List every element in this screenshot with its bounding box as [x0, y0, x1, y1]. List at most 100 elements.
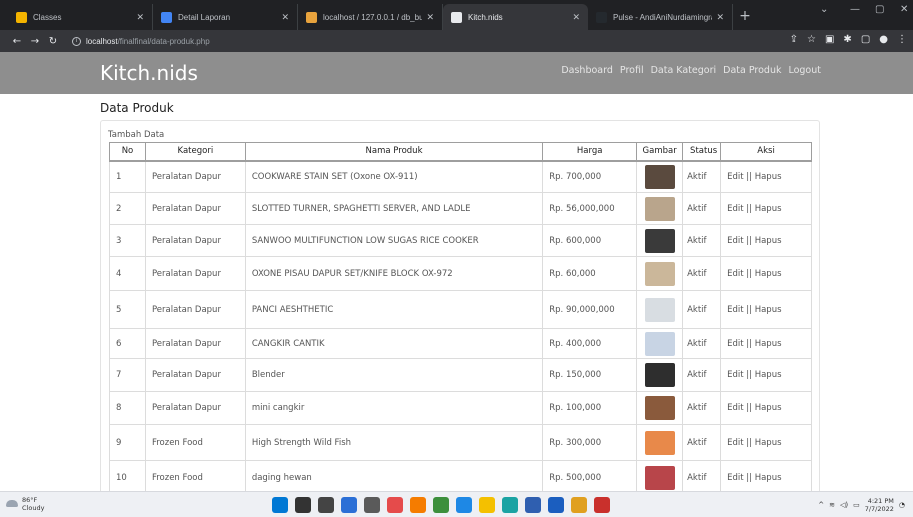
hapus-link[interactable]: Hapus	[755, 473, 782, 483]
taskbar-app-icon[interactable]	[456, 497, 472, 513]
cell-aksi: Edit || Hapus	[720, 391, 812, 425]
taskbar-app-icon[interactable]	[571, 497, 587, 513]
edit-link[interactable]: Edit	[727, 236, 743, 246]
brand-logo[interactable]: Kitch.nids	[100, 61, 198, 85]
reload-icon[interactable]: ↻	[44, 36, 62, 47]
taskbar-app-icon[interactable]	[410, 497, 426, 513]
edit-link[interactable]: Edit	[727, 403, 743, 413]
table-row: 10 Frozen Food daging hewan Rp. 500,000 Akti…	[109, 460, 812, 491]
taskbar-app-icon[interactable]	[341, 497, 357, 513]
cell-status: Aktif	[682, 328, 722, 359]
cell-gambar	[636, 358, 684, 392]
new-tab-button[interactable]: +	[733, 4, 757, 30]
browser-tab[interactable]: Kitch.nids ✕	[443, 4, 588, 30]
browser-tab[interactable]: Pulse - AndiAniNurdiamingrat/Ke ✕	[588, 4, 733, 30]
taskbar-app-icon[interactable]	[594, 497, 610, 513]
taskbar-app-icon[interactable]	[295, 497, 311, 513]
wifi-icon[interactable]: ≋	[829, 501, 835, 509]
hapus-link[interactable]: Hapus	[755, 339, 782, 349]
nav-link-data-kategori[interactable]: Data Kategori	[651, 65, 717, 76]
browser-tab[interactable]: Detail Laporan ✕	[153, 4, 298, 30]
extension-icon[interactable]: ▣	[825, 34, 834, 45]
edit-link[interactable]: Edit	[727, 339, 743, 349]
tab-label: localhost / 127.0.0.1 / db_bukaw:	[323, 12, 423, 22]
edit-link[interactable]: Edit	[727, 473, 743, 483]
taskbar-app-icon[interactable]	[272, 497, 288, 513]
cell-no: 7	[109, 358, 146, 392]
edit-link[interactable]: Edit	[727, 438, 743, 448]
tab-close-icon[interactable]: ✕	[136, 12, 144, 23]
taskbar-app-icon[interactable]	[318, 497, 334, 513]
tab-favicon-icon	[596, 11, 607, 23]
nav-link-dashboard[interactable]: Dashboard	[561, 65, 613, 76]
tab-close-icon[interactable]: ✕	[572, 12, 580, 23]
browser-tab[interactable]: Classes ✕	[8, 4, 153, 30]
back-icon[interactable]: ←	[8, 36, 26, 47]
edit-link[interactable]: Edit	[727, 204, 743, 214]
chevron-down-icon[interactable]: ⌄	[820, 4, 828, 15]
hapus-link[interactable]: Hapus	[755, 305, 782, 315]
cell-nama-produk: OXONE PISAU DAPUR SET/KNIFE BLOCK OX-972	[244, 256, 544, 291]
chevron-up-icon[interactable]: ^	[818, 501, 824, 509]
clock[interactable]: 4:21 PM 7/7/2022	[865, 497, 894, 513]
product-image	[644, 465, 675, 490]
weather-widget[interactable]: 86°F Cloudy	[22, 496, 44, 512]
taskbar-app-icon[interactable]	[479, 497, 495, 513]
nav-link-profil[interactable]: Profil	[620, 65, 644, 76]
cell-gambar	[636, 424, 684, 461]
maximize-icon[interactable]: ▢	[875, 4, 884, 15]
add-data-link[interactable]: Tambah Data	[108, 130, 164, 140]
tab-close-icon[interactable]: ✕	[281, 12, 289, 23]
sidebar-icon[interactable]: ▢	[861, 34, 870, 45]
extensions-puzzle-icon[interactable]: ✱	[843, 34, 851, 45]
hapus-link[interactable]: Hapus	[755, 204, 782, 214]
cell-status: Aktif	[682, 391, 722, 425]
volume-icon[interactable]: ◁)	[840, 501, 848, 509]
taskbar-app-icon[interactable]	[433, 497, 449, 513]
edit-link[interactable]: Edit	[727, 305, 743, 315]
nav-link-data-produk[interactable]: Data Produk	[723, 65, 781, 76]
share-icon[interactable]: ⇪	[790, 34, 798, 45]
header-aksi: Aksi	[720, 142, 812, 162]
cell-status: Aktif	[682, 256, 722, 291]
menu-kebab-icon[interactable]: ⋮	[897, 34, 907, 45]
edit-link[interactable]: Edit	[727, 370, 743, 380]
product-image	[644, 331, 675, 356]
close-window-icon[interactable]: ✕	[900, 4, 908, 15]
browser-tab[interactable]: localhost / 127.0.0.1 / db_bukaw:✕	[298, 4, 443, 30]
taskbar-app-icon[interactable]	[387, 497, 403, 513]
tab-close-icon[interactable]: ✕	[716, 12, 724, 23]
action-separator: ||	[743, 171, 755, 182]
notification-icon[interactable]: ◔	[899, 501, 905, 509]
hapus-link[interactable]: Hapus	[755, 438, 782, 448]
url-field[interactable]: i localhost/finalfinal/data-produk.php	[72, 36, 210, 46]
site-info-icon[interactable]: i	[72, 36, 81, 46]
minimize-icon[interactable]: —	[850, 4, 860, 15]
cell-kategori: Peralatan Dapur	[144, 192, 246, 225]
cell-nama-produk: COOKWARE STAIN SET (Oxone OX-911)	[244, 160, 544, 193]
hapus-link[interactable]: Hapus	[755, 172, 782, 182]
tab-close-icon[interactable]: ✕	[426, 12, 434, 23]
hapus-link[interactable]: Hapus	[755, 236, 782, 246]
hapus-link[interactable]: Hapus	[755, 403, 782, 413]
profile-avatar-icon[interactable]: ●	[879, 34, 888, 45]
action-separator: ||	[743, 304, 755, 315]
hapus-link[interactable]: Hapus	[755, 269, 782, 279]
bookmark-star-icon[interactable]: ☆	[807, 34, 816, 45]
cell-nama-produk: SANWOO MULTIFUNCTION LOW SUGAS RICE COOK…	[244, 224, 544, 257]
taskbar-app-icon[interactable]	[525, 497, 541, 513]
cell-no: 10	[109, 460, 146, 491]
hapus-link[interactable]: Hapus	[755, 370, 782, 380]
edit-link[interactable]: Edit	[727, 269, 743, 279]
nav-link-logout[interactable]: Logout	[788, 65, 821, 76]
cell-aksi: Edit || Hapus	[720, 256, 812, 291]
cell-aksi: Edit || Hapus	[720, 224, 812, 257]
edit-link[interactable]: Edit	[727, 172, 743, 182]
header-no: No	[109, 142, 146, 162]
battery-icon[interactable]: ▭	[853, 501, 860, 509]
taskbar-app-icon[interactable]	[364, 497, 380, 513]
forward-icon[interactable]: →	[26, 36, 44, 47]
taskbar-app-icon[interactable]	[548, 497, 564, 513]
taskbar-app-icon[interactable]	[502, 497, 518, 513]
cell-kategori: Frozen Food	[144, 424, 246, 461]
